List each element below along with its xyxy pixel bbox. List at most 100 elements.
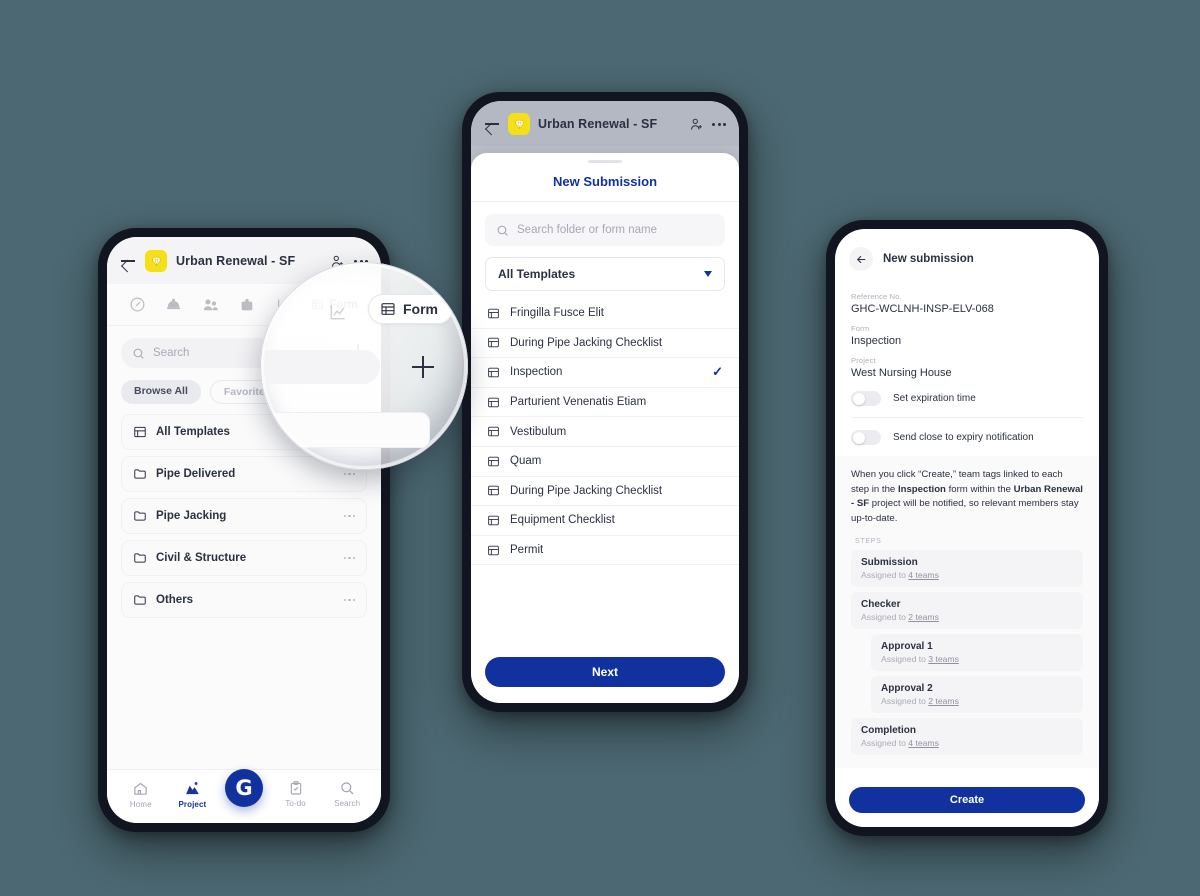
step-item[interactable]: Completion Assigned to 4 teams [851,718,1083,756]
page-title: Urban Renewal - SF [538,117,658,131]
assigned-teams-link[interactable]: 4 teams [908,570,939,580]
nav-item-create[interactable]: G [221,769,267,807]
list-item-label: Quam [510,455,542,468]
list-item[interactable]: Fringilla Fusce Elit [471,299,739,329]
toggle-row-expiration[interactable]: Set expiration time [851,379,1083,417]
assigned-prefix: Assigned to [881,696,929,707]
list-item[interactable]: Quam [471,447,739,477]
next-button[interactable]: Next [485,657,725,687]
step-assignment: Assigned to 4 teams [861,738,1073,748]
form-icon [488,426,499,437]
sheet-footer: Next [471,645,739,703]
gauge-icon[interactable] [119,296,156,313]
chip-browse-all[interactable]: Browse All [121,380,201,404]
toggle-label: Set expiration time [893,393,976,404]
more-dots-icon[interactable] [712,122,726,126]
steps-list: Submission Assigned to 4 teams Checker A… [835,550,1099,769]
list-item[interactable]: During Pipe Jacking Checklist [471,477,739,507]
step-assignment: Assigned to 2 teams [881,696,1073,706]
list-item-label: Equipment Checklist [510,514,615,527]
steps-section-label: STEPS [835,530,1099,551]
toggle-send-close-to-expiry-notification[interactable] [851,430,881,445]
list-item[interactable]: Parturient Venenatis Etiam [471,388,739,418]
field-value: Inspection [851,335,902,347]
new-submission-sheet: New Submission Search folder or form nam… [471,153,739,703]
step-item[interactable]: Checker Assigned to 2 teams [851,592,1083,630]
assigned-teams-link[interactable]: 2 teams [928,696,959,706]
magnifier-rim [260,262,468,470]
list-item[interactable]: Others [121,582,367,618]
step-name: Submission [861,557,918,569]
step-assignment: Assigned to 2 teams [861,612,1073,622]
assigned-teams-link[interactable]: 4 teams [908,738,939,748]
nav-label: To-do [285,799,306,808]
list-item[interactable]: Civil & Structure [121,540,367,576]
assigned-teams-link[interactable]: 2 teams [908,612,939,622]
back-arrow-icon[interactable] [120,253,136,269]
form-icon [488,486,499,496]
toggle-row-expiry-notification[interactable]: Send close to expiry notification [851,417,1083,456]
more-dots-icon[interactable] [343,514,355,518]
phone3-screen: New submission Reference No. GHC-WCLNH-I… [835,229,1099,827]
field-value: West Nursing House [851,367,952,379]
step-name: Checker [861,599,901,611]
list-item-label: All Templates [156,426,230,438]
create-button[interactable]: Create [849,787,1085,813]
step-item[interactable]: Approval 2 Assigned to 2 teams [871,676,1083,714]
list-item[interactable]: During Pipe Jacking Checklist [471,329,739,359]
field-label: Form [851,324,870,333]
nav-item-project[interactable]: Project [169,780,215,809]
step-name: Approval 1 [881,641,933,653]
step-item[interactable]: Submission Assigned to 4 teams [851,550,1083,588]
gem-icon [145,250,167,272]
notice-part-2: form within the [945,483,1014,495]
field-reference-no: Reference No. GHC-WCLNH-INSP-ELV-068 [851,292,1083,315]
back-arrow-icon[interactable] [849,247,873,271]
add-person-icon[interactable] [689,117,704,132]
folder-icon [134,511,146,521]
template-filter-select[interactable]: All Templates [485,257,725,291]
list-item[interactable]: Permit [471,536,739,566]
step-assignment: Assigned to 3 teams [881,654,1073,664]
phone2-screen: Urban Renewal - SF New Submission Search… [471,101,739,703]
nav-item-todo[interactable]: To-do [273,780,319,808]
more-dots-icon[interactable] [343,556,355,560]
g-logo-label: G [235,776,253,800]
list-item-label: Pipe Jacking [156,510,227,522]
list-item[interactable]: Equipment Checklist [471,506,739,536]
project-icon [186,782,199,795]
assigned-teams-link[interactable]: 3 teams [928,654,959,664]
toggle-set-expiration-time[interactable] [851,391,881,406]
list-item-label: Inspection [510,366,563,379]
g-logo-icon[interactable]: G [224,769,263,807]
people-icon[interactable] [192,296,229,314]
assigned-prefix: Assigned to [861,738,909,749]
search-placeholder: Search folder or form name [517,224,657,236]
gem-icon [508,113,530,135]
list-item-label: Others [156,594,194,606]
more-dots-icon[interactable] [343,598,355,602]
search-icon [341,782,354,795]
back-arrow-icon[interactable] [484,116,500,132]
screenshot-stage: Urban Renewal - SF Search Browse All Fav… [0,0,1200,896]
form-icon [488,545,499,555]
folder-icon [134,553,146,563]
list-item-label: Parturient Venenatis Etiam [510,396,647,409]
step-name: Completion [861,725,916,737]
step-item[interactable]: Approval 1 Assigned to 3 teams [871,634,1083,672]
form-icon [488,308,499,319]
list-item[interactable]: Vestibulum [471,417,739,447]
more-dots-icon[interactable] [343,472,355,476]
nav-item-home[interactable]: Home [118,780,164,809]
template-icon [134,426,146,438]
form-template-list: Fringilla Fusce Elit During Pipe Jacking… [471,299,739,645]
folder-form-search-input[interactable]: Search folder or form name [485,214,725,246]
nav-label: Search [334,799,361,808]
list-item[interactable]: Pipe Jacking [121,498,367,534]
magnifier-lens-content: Form [260,262,468,470]
search-placeholder: Search [153,347,190,359]
nav-item-search[interactable]: Search [324,780,370,808]
list-item-selected[interactable]: Inspection ✓ [471,358,739,388]
helmet-icon[interactable] [156,296,193,313]
toggle-label: Send close to expiry notification [893,432,1034,443]
